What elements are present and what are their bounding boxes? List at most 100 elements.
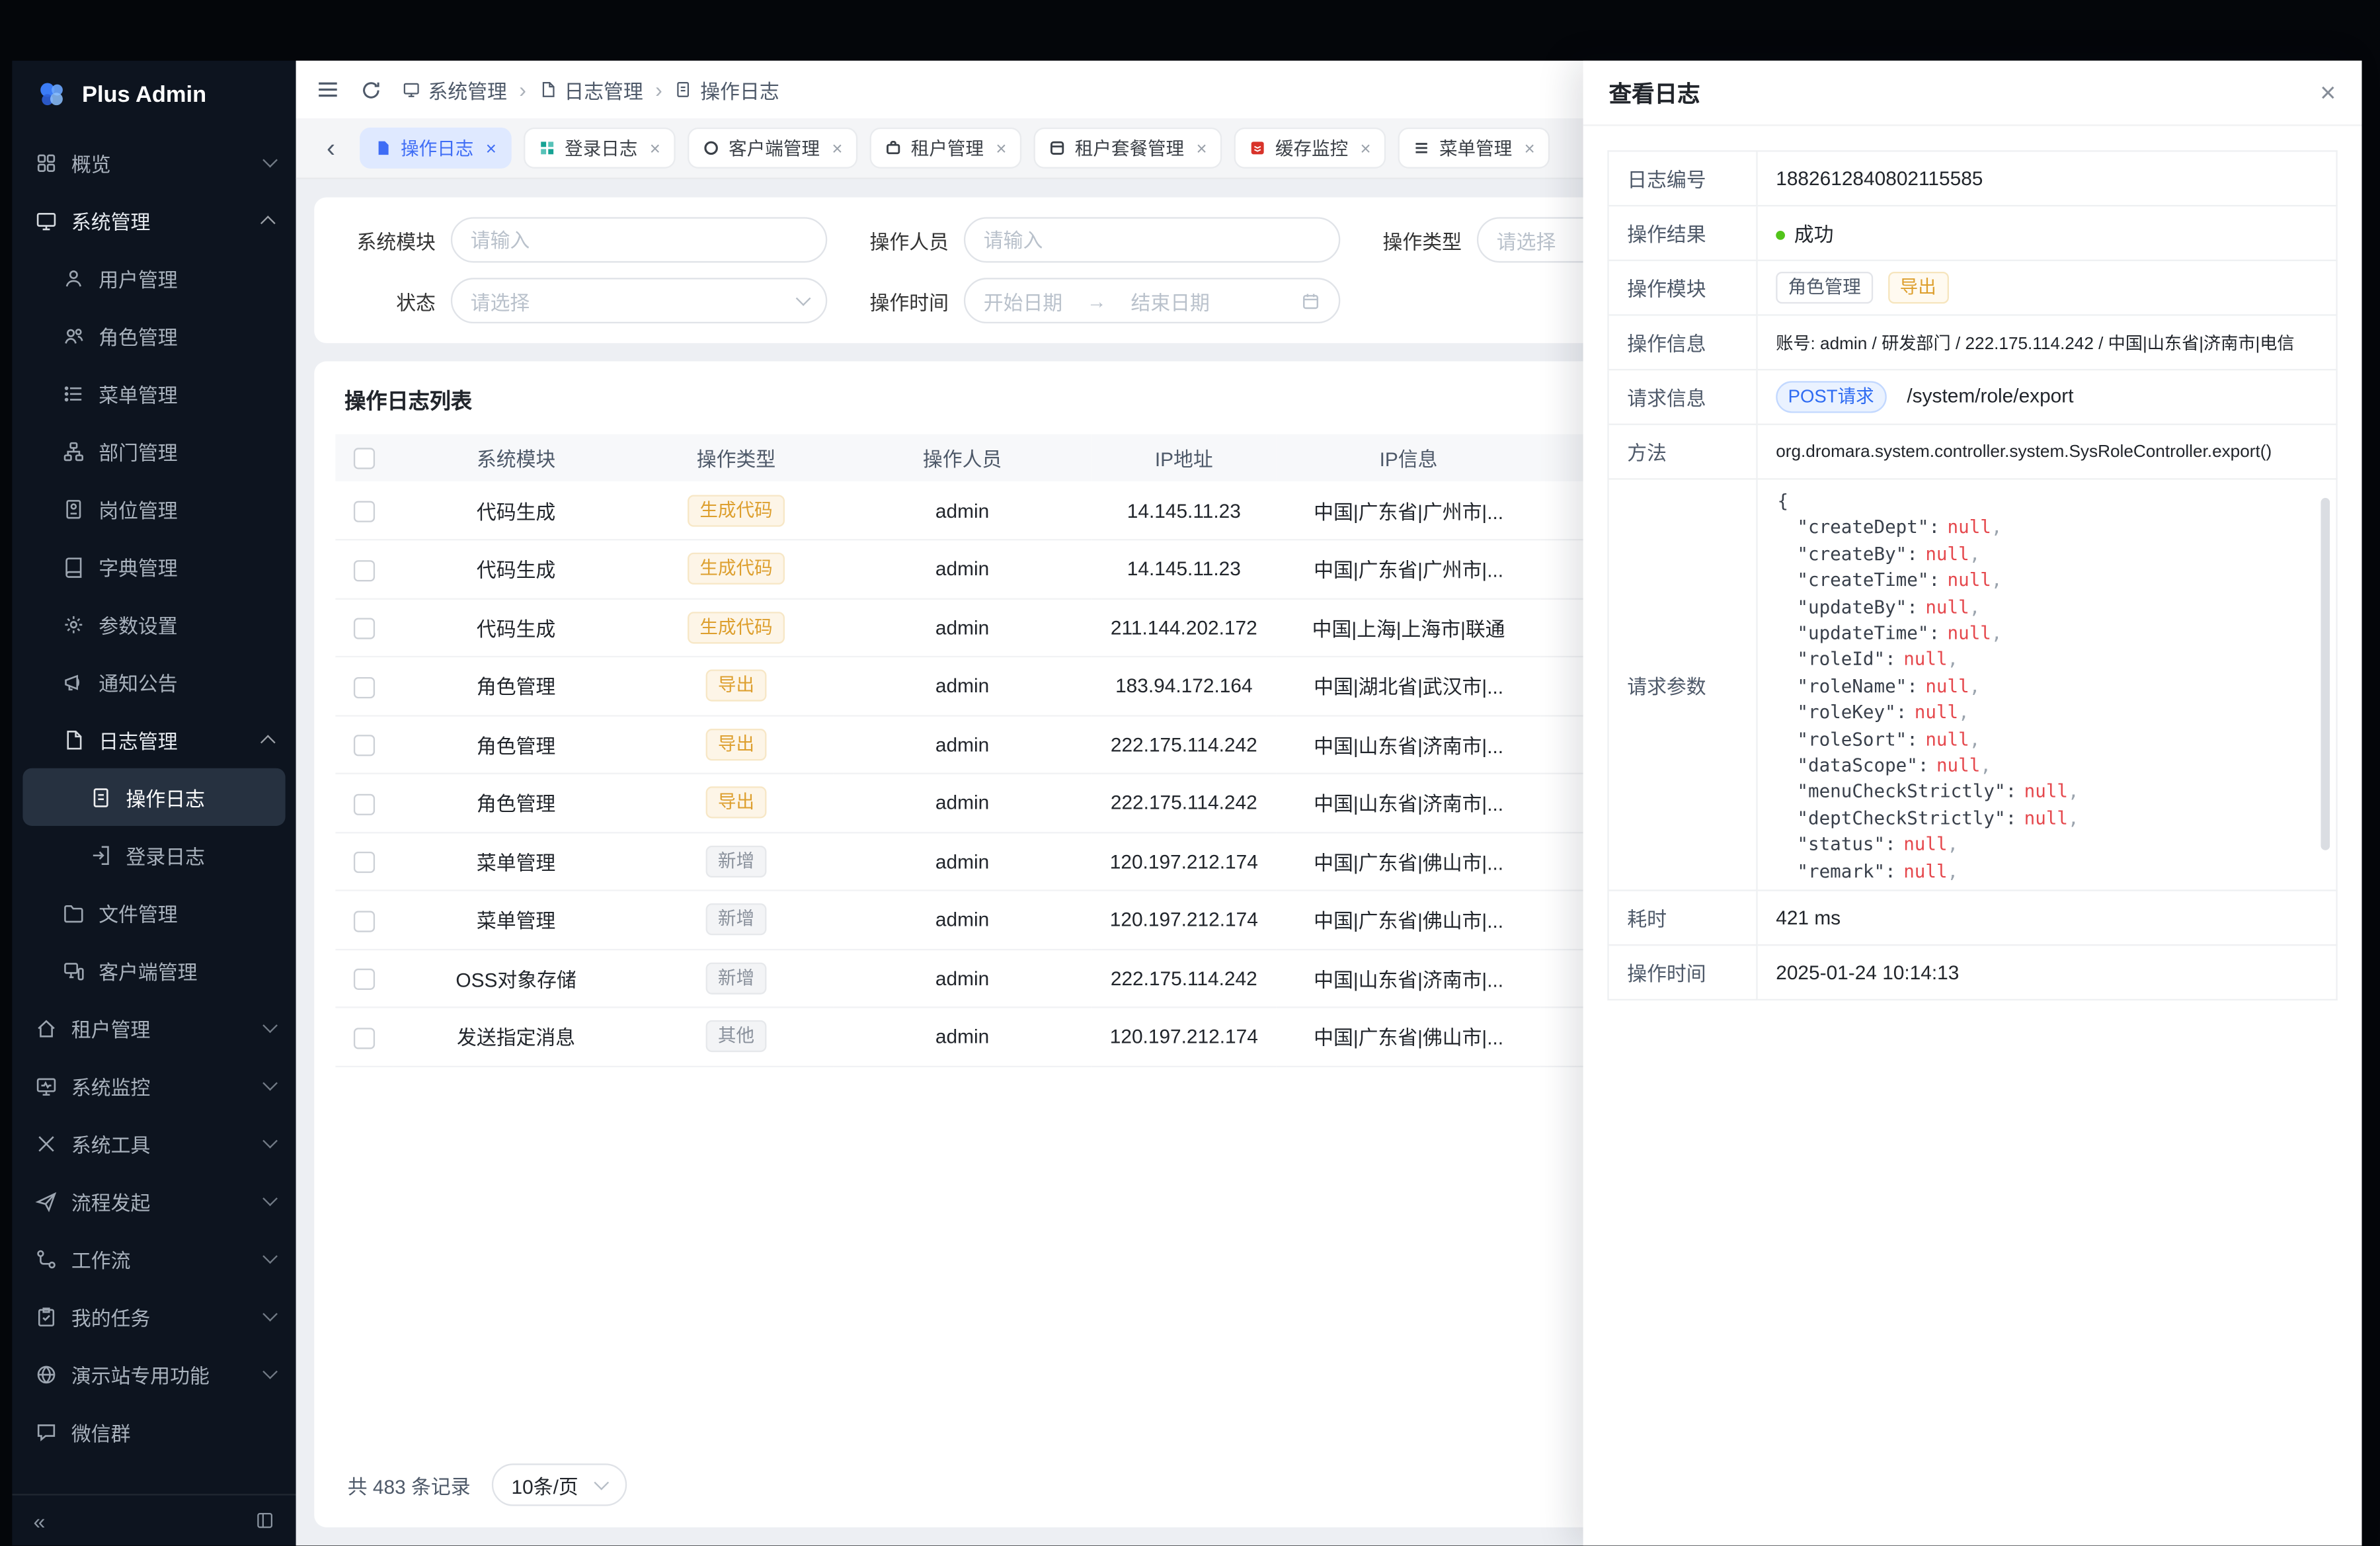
sidebar-item-file-mgmt[interactable]: 文件管理 [12,883,296,941]
sidebar-item-client-mgmt[interactable]: 客户端管理 [12,941,296,998]
collapse-sidebar-icon[interactable]: « [34,1508,46,1533]
sidebar-item-login-log[interactable]: 登录日志 [12,826,296,883]
chevron-up-icon [260,216,274,230]
sidebar-item-demo-features[interactable]: 演示站专用功能 [12,1345,296,1403]
breadcrumb-separator: › [655,77,662,102]
breadcrumb-log-mgmt[interactable]: 日志管理 [538,75,643,104]
code-null: null [1903,649,1947,670]
value-time: 2025-01-24 10:14:13 [1757,945,2337,1000]
code-scrollbar[interactable] [2320,498,2330,850]
tab-client-mgmt[interactable]: 客户端管理 × [688,128,857,169]
code-line: updateTimenull [1776,621,2330,647]
sidebar-item-my-tasks[interactable]: 我的任务 [12,1287,296,1345]
filter-status-select[interactable]: 请选择 [451,278,827,323]
tab-menu-icon [1413,140,1430,156]
hamburger-icon[interactable] [316,77,340,102]
tab-menu-mgmt[interactable]: 菜单管理 × [1398,128,1550,169]
sidebar-item-log-mgmt[interactable]: 日志管理 [12,710,296,768]
value-module: 角色管理 导出 [1757,261,2337,315]
sidebar-item-system-tools[interactable]: 系统工具 [12,1114,296,1172]
code-line: createTimenull [1776,568,2330,594]
row-checkbox[interactable] [354,618,375,639]
page-size-select[interactable]: 10条/页 [492,1463,626,1506]
tab-login-log[interactable]: 登录日志 × [524,128,676,169]
monitor-icon [35,209,58,231]
sidebar-item-overview[interactable]: 概览 [12,134,296,191]
close-icon[interactable]: × [1525,138,1535,159]
value-result: 成功 [1757,206,2337,261]
code-key: updateBy [1797,596,1917,617]
breadcrumb-system-mgmt[interactable]: 系统管理 [402,75,506,104]
code-line: roleNamenull [1776,674,2330,700]
sidebar-item-user-mgmt[interactable]: 用户管理 [12,249,296,307]
column-ip-info: IP信息 [1277,434,1540,481]
row-checkbox[interactable] [354,793,375,815]
select-all-checkbox[interactable] [354,448,375,469]
close-icon[interactable]: × [1197,138,1207,159]
filter-daterange-input[interactable]: 开始日期 → 结束日期 [964,278,1340,323]
end-date-placeholder: 结束日期 [1130,286,1209,315]
close-icon[interactable]: × [2320,79,2336,106]
filter-operator-input[interactable] [964,217,1340,263]
code-line: createDeptnull [1776,515,2330,542]
code-key: createBy [1797,544,1917,565]
row-checkbox[interactable] [354,501,375,522]
post-request-tag: POST请求 [1776,381,1886,413]
close-icon[interactable]: × [650,138,660,159]
row-checkbox[interactable] [354,735,375,756]
chat-icon [35,1420,58,1443]
sidebar-item-dept-mgmt[interactable]: 部门管理 [12,422,296,479]
sidebar-item-dict-mgmt[interactable]: 字典管理 [12,538,296,595]
clipboard-check-icon [35,1305,58,1327]
breadcrumb-operation-log[interactable]: 操作日志 [674,75,779,104]
filter-module-input[interactable] [451,217,827,263]
sidebar-item-role-mgmt[interactable]: 角色管理 [12,307,296,364]
sidebar-item-system-monitor[interactable]: 系统监控 [12,1057,296,1114]
folder-icon [62,901,85,924]
row-checkbox[interactable] [354,559,375,581]
sidebar-item-process-start[interactable]: 流程发起 [12,1172,296,1229]
sidebar-item-notice[interactable]: 通知公告 [12,653,296,710]
sidebar-item-menu-mgmt[interactable]: 菜单管理 [12,364,296,422]
sidebar-item-system-mgmt[interactable]: 系统管理 [12,191,296,249]
sidebar-item-post-mgmt[interactable]: 岗位管理 [12,480,296,538]
row-checkbox[interactable] [354,969,375,990]
tab-doc-icon [375,140,391,156]
close-icon[interactable]: × [996,138,1006,159]
label-info: 操作信息 [1608,315,1757,370]
code-key: status [1797,834,1895,855]
refresh-icon[interactable] [360,78,382,101]
sidebar-item-operation-log[interactable]: 操作日志 [22,768,285,826]
pin-layout-icon[interactable] [255,1510,275,1530]
column-ip: IP地址 [1091,434,1277,481]
grid-icon [35,151,58,173]
book-icon [62,555,85,577]
sidebar-item-wechat-group[interactable]: 微信群 [12,1403,296,1460]
row-checkbox[interactable] [354,1027,375,1048]
code-line: roleKeynull [1776,700,2330,727]
sidebar-item-param-settings[interactable]: 参数设置 [12,595,296,653]
tab-tenant-mgmt[interactable]: 租户管理 × [870,128,1022,169]
document-icon [538,81,557,99]
monitor-pulse-icon [35,1074,58,1096]
value-request: POST请求 /system/role/export [1757,370,2337,425]
tab-cache-monitor[interactable]: 缓存监控 × [1234,128,1386,169]
row-checkbox[interactable] [354,910,375,931]
filter-status-label: 状态 [344,286,436,315]
drawer-body: 日志编号 1882612840802115585 操作结果 成功 操作模块 角色… [1583,126,2362,1025]
row-checkbox[interactable] [354,852,375,873]
row-checkbox[interactable] [354,676,375,698]
tab-tenant-package-mgmt[interactable]: 租户套餐管理 × [1034,128,1222,169]
tab-operation-log[interactable]: 操作日志 × [360,128,512,169]
sidebar-item-tenant-mgmt[interactable]: 租户管理 [12,999,296,1057]
tabs-scroll-left-icon[interactable]: ‹ [314,128,348,168]
code-key: deptCheckStrictly [1797,807,2016,829]
code-null: null [1925,596,1969,617]
close-icon[interactable]: × [486,138,496,159]
close-icon[interactable]: × [1361,138,1371,159]
sidebar-item-workflow[interactable]: 工作流 [12,1230,296,1287]
code-line: menuCheckStrictlynull [1776,780,2330,806]
code-key: dataScope [1797,754,1928,776]
operation-type-badge: 生成代码 [688,494,785,526]
close-icon[interactable]: × [832,138,842,159]
